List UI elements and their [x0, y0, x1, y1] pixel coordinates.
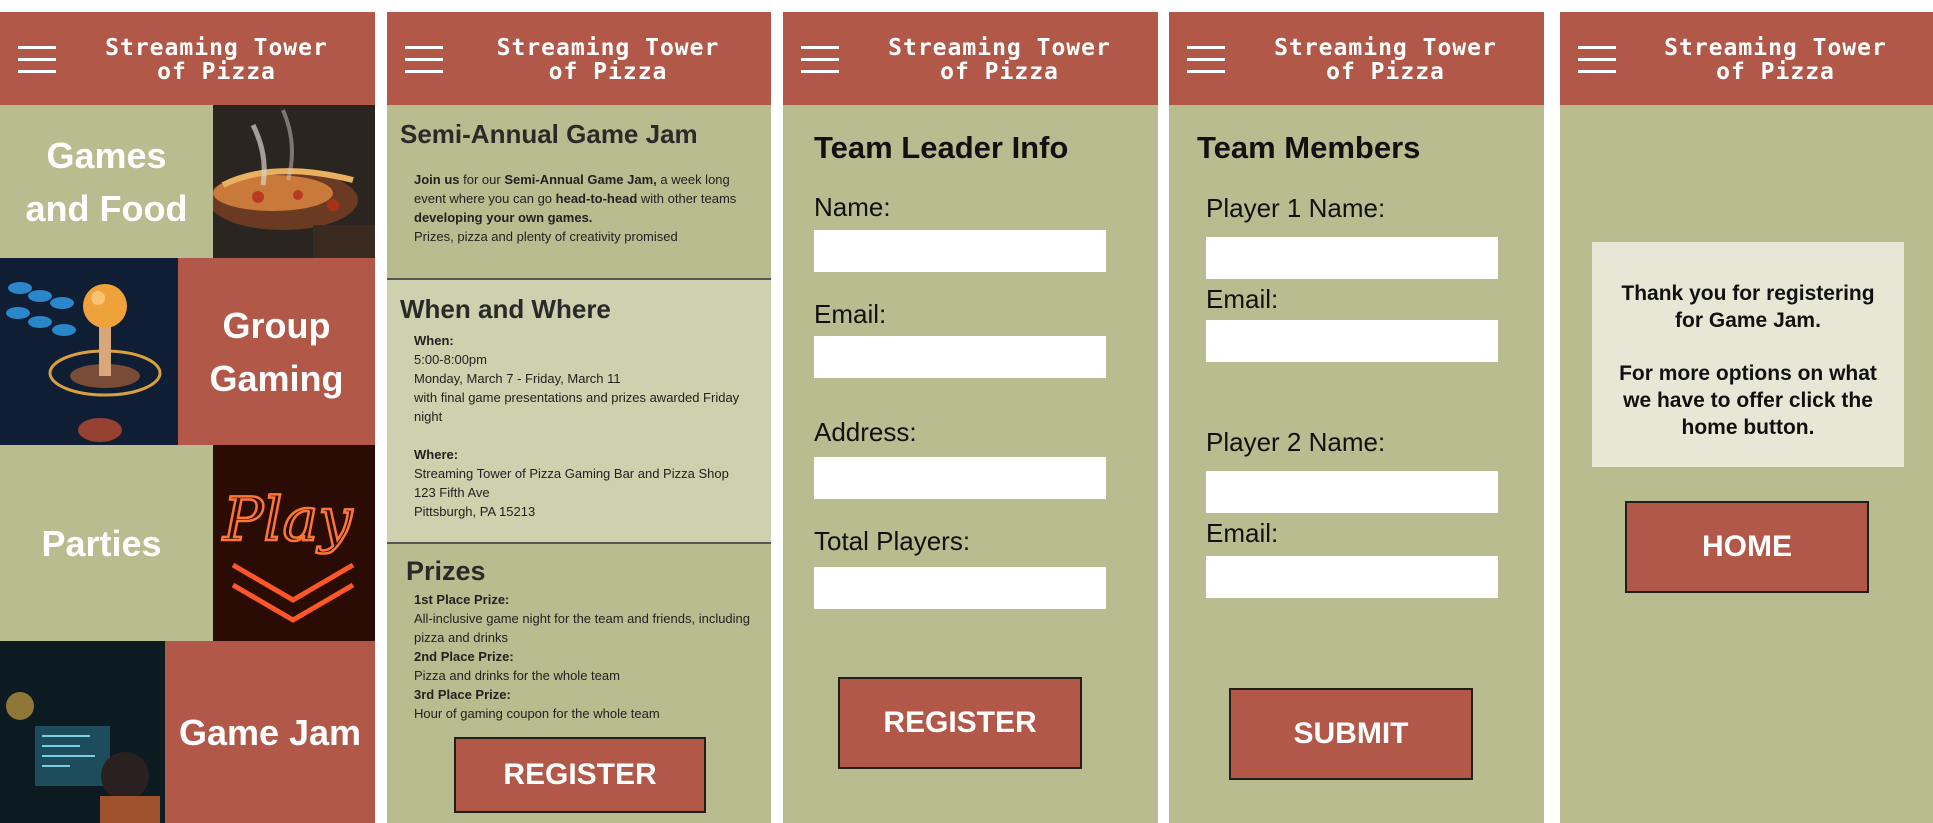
- tile-label-line1: Games: [46, 134, 167, 176]
- neon-play-sign-photo: Play: [213, 445, 375, 641]
- tile-games-and-food[interactable]: Games and Food: [0, 105, 375, 258]
- tile-label: Game Jam: [178, 711, 362, 753]
- app-header: Streaming Tower of Pizza: [0, 12, 375, 105]
- tile-label-line2: Gaming: [209, 357, 344, 399]
- app-header: Streaming Tower of Pizza: [1560, 12, 1933, 105]
- home-button[interactable]: HOME: [1625, 501, 1869, 593]
- hamburger-menu-icon[interactable]: [801, 46, 839, 74]
- team-members-screen: Streaming Tower of Pizza Team Members Pl…: [1169, 12, 1544, 823]
- section-title: Prizes: [406, 556, 486, 586]
- tile-game-jam[interactable]: Game Jam: [0, 641, 375, 823]
- tile-label-line2: and Food: [25, 187, 188, 229]
- developer-workspace-photo: [0, 641, 165, 823]
- name-field[interactable]: [814, 230, 1106, 272]
- hamburger-menu-icon[interactable]: [1578, 46, 1616, 74]
- game-jam-screen: Streaming Tower of Pizza Semi-Annual Gam…: [387, 12, 771, 823]
- name-label: Name:: [814, 192, 891, 222]
- brand-title[interactable]: Streaming Tower of Pizza: [1628, 36, 1923, 84]
- player2-email-field[interactable]: [1206, 556, 1498, 598]
- hamburger-menu-icon[interactable]: [18, 46, 56, 74]
- prize-list: 1st Place Prize: All-inclusive game nigh…: [414, 592, 751, 721]
- confirmation-screen: Streaming Tower of Pizza Thank you for r…: [1560, 12, 1933, 823]
- home-screen: Streaming Tower of Pizza Games and Food: [0, 12, 375, 823]
- more-options-message: For more options on what we have to offe…: [1619, 362, 1877, 439]
- app-header: Streaming Tower of Pizza: [783, 12, 1158, 105]
- brand-title[interactable]: Streaming Tower of Pizza: [455, 36, 761, 84]
- app-header: Streaming Tower of Pizza: [1169, 12, 1544, 105]
- player1-email-label: Email:: [1206, 284, 1279, 314]
- total-players-field[interactable]: [814, 567, 1106, 609]
- player2-name-field[interactable]: [1206, 471, 1498, 513]
- total-players-label: Total Players:: [814, 526, 971, 556]
- tile-label-line1: Group: [222, 304, 331, 346]
- section-title: Semi-Annual Game Jam: [400, 119, 698, 149]
- form-title: Team Leader Info: [814, 130, 1069, 165]
- when-where-section: When and Where When: 5:00-8:00pm Monday,…: [387, 280, 771, 542]
- player2-name-label: Player 2 Name:: [1206, 427, 1386, 457]
- email-label: Email:: [814, 299, 887, 329]
- thank-you-message: Thank you for registering for Game Jam.: [1621, 282, 1875, 332]
- register-button[interactable]: REGISTER: [838, 677, 1082, 769]
- hamburger-menu-icon[interactable]: [405, 46, 443, 74]
- player2-email-label: Email:: [1206, 518, 1279, 548]
- tile-label: Parties: [41, 522, 162, 564]
- event-details: When: 5:00-8:00pm Monday, March 7 - Frid…: [414, 333, 740, 519]
- brand-title[interactable]: Streaming Tower of Pizza: [851, 36, 1148, 84]
- address-label: Address:: [814, 417, 917, 447]
- player1-email-field[interactable]: [1206, 320, 1498, 362]
- pizza-photo: [213, 105, 375, 258]
- register-button[interactable]: REGISTER: [454, 737, 706, 813]
- jam-intro-section: Semi-Annual Game Jam Join us for our Sem…: [387, 105, 771, 278]
- confirmation-card: Thank you for registering for Game Jam. …: [1592, 242, 1904, 467]
- hamburger-menu-icon[interactable]: [1187, 46, 1225, 74]
- brand-title[interactable]: Streaming Tower of Pizza: [1237, 36, 1534, 84]
- player1-name-field[interactable]: [1206, 237, 1498, 279]
- tile-group-gaming[interactable]: Group Gaming: [0, 258, 375, 445]
- tile-parties[interactable]: Parties Play: [0, 445, 375, 641]
- team-leader-screen: Streaming Tower of Pizza Team Leader Inf…: [783, 12, 1158, 823]
- jam-description: Join us for our Semi-Annual Game Jam, a …: [414, 172, 737, 244]
- section-title: When and Where: [400, 294, 611, 324]
- brand-title[interactable]: Streaming Tower of Pizza: [68, 36, 365, 84]
- app-header: Streaming Tower of Pizza: [387, 12, 771, 105]
- submit-button[interactable]: SUBMIT: [1229, 688, 1473, 780]
- address-field[interactable]: [814, 457, 1106, 499]
- player1-name-label: Player 1 Name:: [1206, 193, 1386, 223]
- arcade-joystick-photo: [0, 258, 178, 445]
- form-title: Team Members: [1197, 130, 1421, 165]
- email-field[interactable]: [814, 336, 1106, 378]
